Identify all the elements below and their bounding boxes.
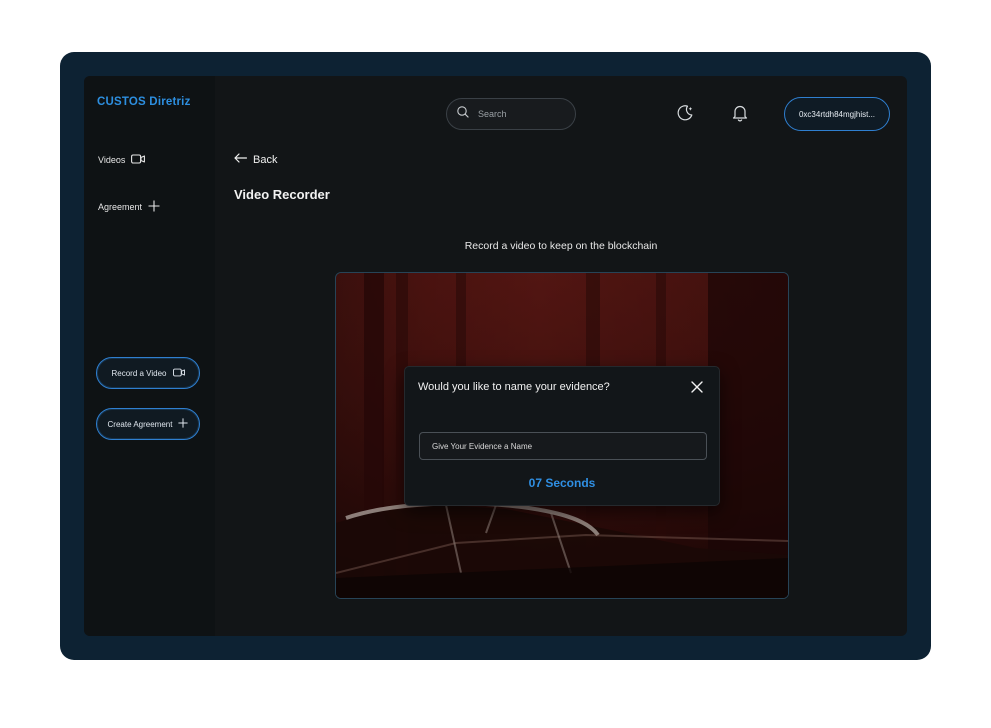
record-video-button[interactable]: Record a Video — [96, 357, 200, 389]
wallet-address-button[interactable]: 0xc34rtdh84mgjhist... — [784, 97, 890, 131]
back-label: Back — [253, 153, 278, 166]
sidebar-item-label: Videos — [98, 155, 126, 165]
dialog-close-button[interactable] — [687, 379, 707, 399]
back-link[interactable]: Back — [234, 153, 277, 166]
moon-icon — [676, 104, 694, 127]
sidebar-item-agreement[interactable]: Agreement — [98, 200, 160, 214]
dialog-title: Would you like to name your evidence? — [418, 381, 610, 393]
search-bar[interactable] — [446, 98, 576, 130]
create-agreement-button[interactable]: Create Agreement — [96, 408, 200, 440]
record-video-button-label: Record a Video — [111, 368, 167, 378]
app-logo: CUSTOS Diretriz — [97, 96, 191, 108]
video-camera-icon — [172, 368, 185, 379]
evidence-name-input[interactable] — [419, 432, 707, 460]
page-subtitle: Record a video to keep on the blockchain — [464, 240, 658, 252]
name-evidence-dialog: Would you like to name your evidence? 07… — [404, 366, 720, 506]
plus-icon — [148, 200, 160, 214]
sidebar-item-label: Agreement — [98, 202, 143, 212]
video-camera-icon — [131, 154, 146, 166]
page-title: Video Recorder — [234, 187, 330, 202]
search-input[interactable] — [476, 108, 560, 120]
create-agreement-button-label: Create Agreement — [107, 419, 173, 429]
bell-icon — [732, 104, 748, 127]
sidebar: CUSTOS Diretriz Videos Agreement Record … — [84, 76, 215, 636]
search-icon — [457, 105, 469, 123]
theme-toggle-button[interactable] — [674, 104, 696, 126]
arrow-left-icon — [234, 153, 248, 166]
close-icon — [691, 380, 703, 398]
notifications-button[interactable] — [729, 104, 751, 126]
plus-icon — [178, 418, 189, 430]
sidebar-item-videos[interactable]: Videos — [98, 154, 146, 166]
recording-countdown: 07 Seconds — [528, 476, 596, 490]
app-screen: CUSTOS Diretriz Videos Agreement Record … — [84, 76, 907, 636]
